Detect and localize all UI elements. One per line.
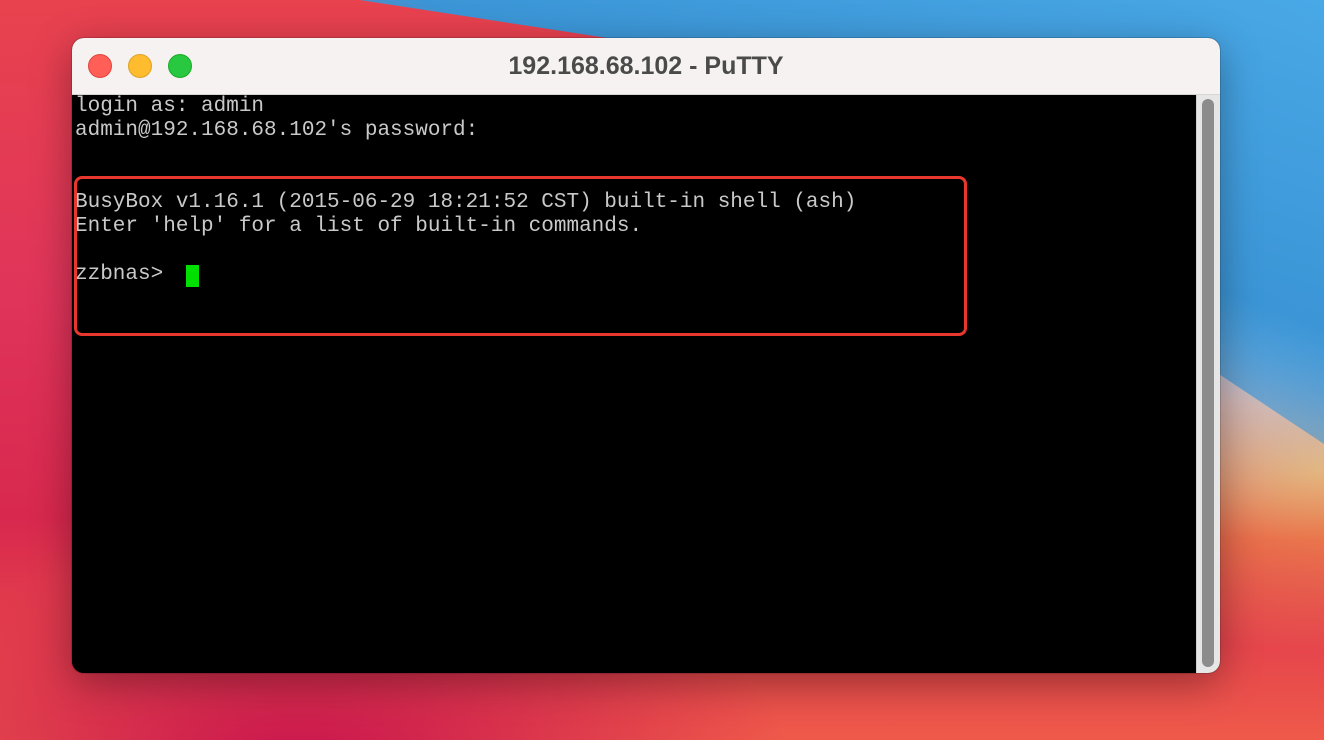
title-bar[interactable]: 192.168.68.102 - PuTTY	[72, 38, 1220, 95]
minimize-button[interactable]	[128, 54, 152, 78]
terminal-line: login as: admin	[75, 95, 265, 118]
scrollbar-thumb[interactable]	[1202, 99, 1214, 667]
vertical-scrollbar[interactable]	[1196, 95, 1220, 673]
window-title: 192.168.68.102 - PuTTY	[508, 52, 784, 80]
zoom-button[interactable]	[168, 54, 192, 78]
terminal-area[interactable]: login as: admin admin@192.168.68.102's p…	[72, 95, 1196, 673]
putty-window: 192.168.68.102 - PuTTY login as: admin a…	[72, 38, 1220, 673]
close-button[interactable]	[88, 54, 112, 78]
annotation-highlight-box	[74, 176, 967, 336]
terminal-line: admin@192.168.68.102's password:	[75, 119, 479, 142]
